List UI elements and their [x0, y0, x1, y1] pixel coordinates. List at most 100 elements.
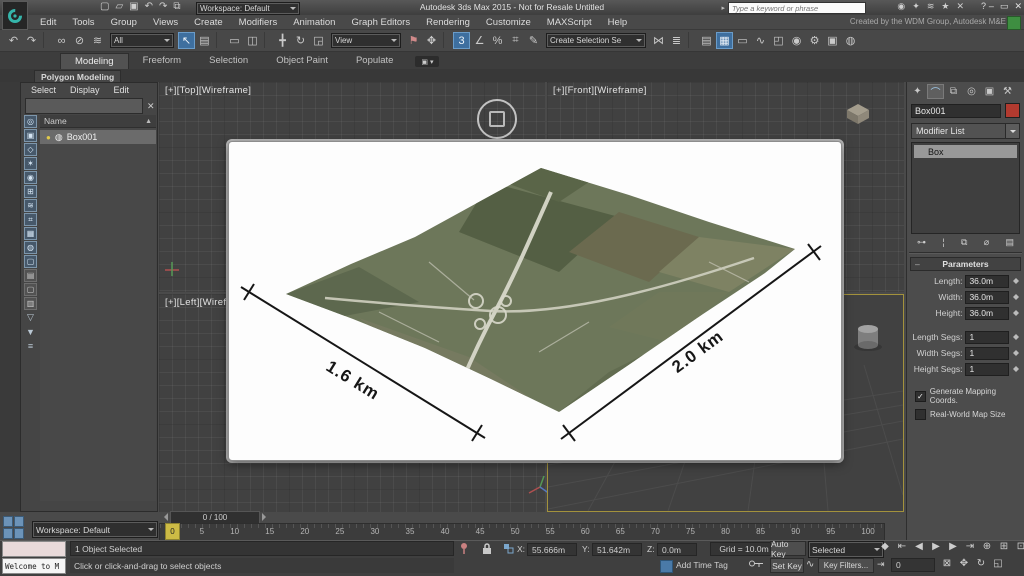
curve-editor-icon[interactable]: ∿ — [752, 32, 769, 49]
layer-explorer-toggle-icon[interactable]: ▦ — [716, 32, 733, 49]
spinner[interactable] — [1011, 363, 1020, 375]
display-containers-icon[interactable]: ◍ — [24, 241, 37, 254]
explorer-menu-item[interactable]: Display — [70, 85, 100, 95]
selection-lock-icon[interactable] — [481, 542, 493, 558]
display-geometry-icon[interactable]: ▣ — [24, 129, 37, 142]
pin-stack-icon[interactable]: ⊶ — [917, 237, 926, 248]
reference-coordinate-dropdown[interactable]: View — [331, 33, 401, 48]
undo-small-icon[interactable]: ↶ — [145, 1, 153, 13]
align-icon[interactable]: ≣ — [668, 32, 685, 49]
menu-item[interactable]: Modifiers — [231, 17, 286, 28]
material-editor-icon[interactable]: ◉ — [788, 32, 805, 49]
exchange-icon[interactable]: ≋ — [927, 1, 935, 12]
separator[interactable] — [264, 32, 271, 48]
new-key-mode-icon[interactable]: ∿ — [806, 559, 814, 570]
angle-snap-icon[interactable]: ∠ — [471, 32, 488, 49]
spinner[interactable] — [1011, 291, 1020, 303]
next-frame-icon[interactable]: ▶ — [946, 541, 960, 552]
scene-explorer-toggle-icon[interactable]: ▤ — [698, 32, 715, 49]
menu-item[interactable]: Customize — [478, 17, 539, 28]
select-scale-icon[interactable]: ◲ — [310, 32, 327, 49]
go-to-start-icon[interactable]: ⇤ — [895, 541, 909, 552]
viewport-front-label[interactable]: [+][Front][Wireframe] — [553, 85, 647, 96]
redo-icon[interactable]: ↷ — [23, 32, 40, 49]
edit-named-sets-icon[interactable]: ✎ — [525, 32, 542, 49]
select-by-name-icon[interactable]: ▤ — [196, 32, 213, 49]
current-frame-field[interactable]: 0 — [891, 558, 935, 572]
ribbon-tab[interactable]: Object Paint — [262, 53, 342, 69]
zoom-all-icon[interactable]: ⊞ — [997, 541, 1011, 552]
display-frozen-icon[interactable]: ▢ — [24, 255, 37, 268]
object-name-field[interactable]: Box001 — [911, 103, 1002, 118]
search-input[interactable] — [728, 2, 866, 14]
save-file-icon[interactable]: ▣ — [129, 1, 138, 13]
undo-icon[interactable]: ↶ — [5, 32, 22, 49]
display-all-icon[interactable]: ◎ — [24, 115, 37, 128]
explorer-menu-item[interactable]: Select — [31, 85, 56, 95]
menu-item[interactable]: Edit — [32, 17, 64, 28]
ribbon-config-icon[interactable]: ▣ ▾ — [415, 56, 440, 67]
menu-item[interactable]: Graph Editors — [343, 17, 418, 28]
select-move-icon[interactable]: ╋ — [274, 32, 291, 49]
select-object-icon[interactable]: ↖ — [178, 32, 195, 49]
selection-filter-dropdown[interactable]: All — [110, 33, 174, 48]
visibility-bulb-icon[interactable]: ● — [46, 133, 51, 142]
modifier-list-dropdown[interactable]: Modifier List — [911, 123, 1020, 139]
menu-item[interactable]: Help — [600, 17, 636, 28]
display-bones-icon[interactable]: ▦ — [24, 227, 37, 240]
menu-item[interactable]: Animation — [285, 17, 343, 28]
viewport-top-label[interactable]: [+][Top][Wireframe] — [165, 85, 251, 96]
maximize-viewport-icon[interactable]: ◱ — [991, 558, 1005, 569]
separator[interactable] — [688, 32, 695, 48]
wrench-icon[interactable]: ✦ — [912, 1, 920, 12]
explorer-menu-item[interactable]: Edit — [114, 85, 130, 95]
sort-a-icon[interactable]: ▤ — [24, 269, 37, 282]
menu-item[interactable]: Create — [186, 17, 231, 28]
rect-selection-region-icon[interactable]: ▭ — [226, 32, 243, 49]
absolute-offset-icon[interactable] — [503, 543, 515, 558]
ribbon-tab[interactable]: Selection — [195, 53, 262, 69]
select-link-icon[interactable]: ∞ — [53, 32, 70, 49]
unlink-icon[interactable]: ⊘ — [71, 32, 88, 49]
modify-tab-icon[interactable]: ⌒ — [927, 84, 944, 99]
spinner[interactable] — [1011, 331, 1020, 343]
help-icon[interactable]: ? — [981, 1, 986, 11]
configure-modifier-icon[interactable]: ▤ — [1005, 237, 1014, 248]
restore-button[interactable]: ▭ — [1000, 0, 1009, 13]
display-tab-icon[interactable]: ▣ — [981, 84, 998, 99]
minimize-button[interactable]: – — [989, 0, 994, 13]
render-icon[interactable]: ◍ — [842, 32, 859, 49]
render-setup-icon[interactable]: ⚙ — [806, 32, 823, 49]
close-button[interactable]: ✕ — [1014, 0, 1022, 13]
make-unique-icon[interactable]: ⧉ — [961, 237, 967, 248]
viewport-layout-icon[interactable] — [3, 516, 27, 539]
hierarchy-tab-icon[interactable]: ⧉ — [945, 84, 962, 99]
menu-item[interactable]: Rendering — [418, 17, 478, 28]
isolate-selection-icon[interactable] — [459, 542, 470, 558]
named-selection-sets-dropdown[interactable]: Create Selection Se — [546, 33, 646, 48]
orbit-icon[interactable]: ↻ — [974, 558, 988, 569]
filter-funnel-add-icon[interactable]: ▼ — [24, 325, 37, 338]
menu-item[interactable]: Group — [103, 17, 145, 28]
workspace-dropdown-bottom[interactable]: Workspace: Default — [32, 521, 158, 538]
ribbon-tab[interactable]: Modeling — [60, 53, 129, 69]
filter-list-icon[interactable]: ≡ — [24, 339, 37, 352]
display-cameras-icon[interactable]: ◉ — [24, 171, 37, 184]
key-filters-button[interactable]: Key Filters... — [818, 558, 874, 573]
bind-spacewarp-icon[interactable]: ≋ — [89, 32, 106, 49]
rendered-frame-icon[interactable]: ▣ — [824, 32, 841, 49]
open-file-icon[interactable]: ▱ — [115, 1, 123, 13]
separator[interactable] — [443, 32, 450, 48]
time-tag-icon[interactable] — [660, 560, 673, 573]
favorites-star-icon[interactable]: ★ — [941, 1, 949, 12]
macro-recorder-pane[interactable] — [2, 541, 66, 557]
sort-c-icon[interactable]: ▥ — [24, 297, 37, 310]
display-lights-icon[interactable]: ✶ — [24, 157, 37, 170]
create-tab-icon[interactable]: ✦ — [909, 84, 926, 99]
play-icon[interactable]: ▶ — [929, 541, 943, 552]
select-rotate-icon[interactable]: ↻ — [292, 32, 309, 49]
add-time-tag[interactable]: Add Time Tag — [676, 560, 728, 570]
set-key-button[interactable]: Set Key — [770, 558, 804, 573]
snap-toggle-icon[interactable]: 3 — [453, 32, 470, 49]
filter-funnel-icon[interactable]: ▽ — [24, 311, 37, 324]
